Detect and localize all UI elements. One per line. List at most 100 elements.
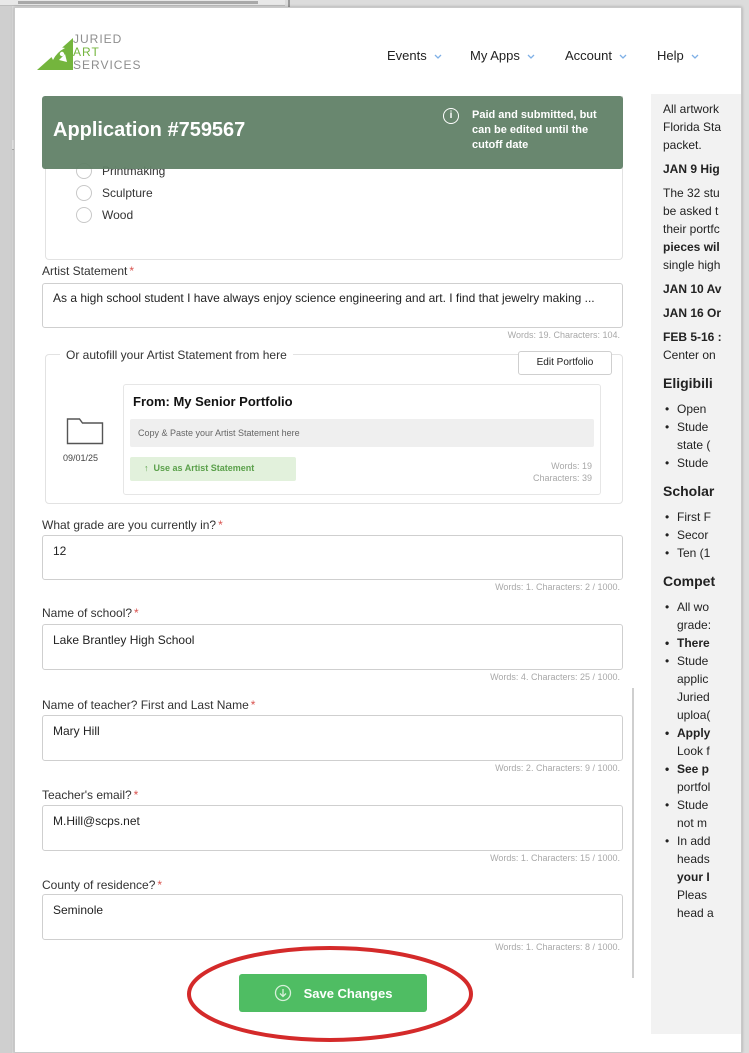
artist-statement-textarea[interactable]: As a high school student I have always e… (42, 283, 623, 328)
artist-statement-label: Artist Statement * (42, 264, 135, 278)
sidebar-section-title: Scholar (663, 483, 715, 499)
list-item: Stude (665, 652, 741, 670)
nav-help-label: Help (657, 48, 684, 63)
school-count: Words: 4. Characters: 25 / 1000. (490, 672, 620, 682)
grade-input[interactable]: 12 (42, 535, 623, 580)
nav-events[interactable]: Events (387, 48, 443, 63)
scholarship-list: First F Secor Ten (1 (663, 508, 741, 562)
sidebar-text: Pleas (677, 888, 708, 902)
edit-portfolio-button[interactable]: Edit Portfolio (518, 351, 612, 375)
status-message: Paid and submitted, but can be edited un… (472, 109, 597, 151)
sidebar-text: pieces wil (663, 240, 720, 254)
background-window (0, 6, 12, 1053)
sidebar-section-title: Eligibili (663, 375, 713, 391)
sidebar-section-title: Compet (663, 573, 716, 589)
radio-button[interactable] (76, 207, 92, 223)
chevron-down-icon (433, 51, 443, 61)
tab-title-bar (18, 1, 258, 4)
sidebar-heading: JAN 16 Or (663, 306, 722, 320)
chevron-down-icon (618, 51, 628, 61)
school-input[interactable]: Lake Brantley High School (42, 624, 623, 670)
form-scrollbar[interactable] (632, 688, 634, 978)
sidebar-text: applic (677, 672, 709, 686)
county-input[interactable]: Seminole (42, 894, 623, 940)
list-item: There (665, 634, 741, 652)
required-mark: * (250, 698, 256, 712)
event-info-sidebar: All artwork Florida Sta packet. JAN 9 Hi… (651, 94, 741, 1034)
sidebar-text: portfol (677, 780, 711, 794)
sidebar-text: Look f (677, 744, 710, 758)
list-item: Open (665, 400, 741, 418)
nav-account[interactable]: Account (565, 48, 628, 63)
list-item: Ten (1 (665, 544, 741, 562)
sidebar-text: grade: (677, 618, 712, 632)
required-mark: * (133, 788, 139, 802)
portfolio-statement-field[interactable]: Copy & Paste your Artist Statement here (130, 419, 594, 447)
sidebar-text: their portfc (663, 222, 720, 236)
application-title: Application #759567 (53, 119, 246, 141)
browser-page: JURIED ART SERVICES Events My Apps Accou… (14, 7, 742, 1053)
sidebar-text: state ( (677, 438, 711, 452)
portfolio-char-count: Characters: 39 (532, 473, 592, 483)
sidebar-heading: JAN 9 Hig (663, 162, 720, 176)
option-label: Wood (102, 208, 134, 222)
medium-option-wood[interactable]: Wood (76, 207, 133, 223)
required-mark: * (129, 264, 135, 278)
medium-option-sculpture[interactable]: Sculpture (76, 185, 153, 201)
folder-icon[interactable] (66, 415, 104, 445)
required-mark: * (134, 606, 139, 620)
autofill-legend: Or autofill your Artist Statement from h… (60, 348, 293, 362)
list-item: All wo (665, 598, 741, 616)
required-mark: * (157, 878, 163, 892)
sidebar-text: head a (677, 906, 714, 920)
logo-wordmark: JURIED ART SERVICES (73, 33, 141, 72)
school-label: Name of school? * (42, 606, 139, 620)
sidebar-text: not m (677, 816, 708, 830)
required-mark: * (218, 518, 223, 532)
option-label: Sculpture (102, 186, 153, 200)
sidebar-text: Juried (677, 690, 710, 704)
portfolio-card-title: From: My Senior Portfolio (133, 394, 293, 409)
portfolio-date: 09/01/25 (63, 453, 99, 463)
eligibility-list: Open Stude (663, 400, 741, 436)
chevron-down-icon (526, 51, 536, 61)
sidebar-text: All artwork (663, 102, 720, 116)
teacher-label: Name of teacher? First and Last Name * (42, 698, 256, 712)
grade-count: Words: 1. Characters: 2 / 1000. (495, 582, 620, 592)
list-item: Stude (665, 454, 741, 472)
county-count: Words: 1. Characters: 8 / 1000. (495, 942, 620, 952)
annotation-circle (185, 944, 475, 1044)
sidebar-text: Florida Sta (663, 120, 722, 134)
teacher-email-count: Words: 1. Characters: 15 / 1000. (490, 853, 620, 863)
nav-account-label: Account (565, 48, 612, 63)
grade-label: What grade are you currently in? * (42, 518, 223, 532)
portfolio-counts: Words: 19 Characters: 39 (533, 460, 592, 484)
chevron-down-icon (690, 51, 700, 61)
list-item: Secor (665, 526, 741, 544)
sidebar-heading: FEB 5-16 : (663, 330, 722, 344)
teacher-email-input[interactable]: M.Hill@scps.net (42, 805, 623, 851)
info-icon: i (443, 108, 459, 124)
sidebar-heading: JAN 10 Av (663, 282, 722, 296)
list-item: See p (665, 760, 741, 778)
nav-help[interactable]: Help (657, 48, 700, 63)
use-as-artist-statement-button[interactable]: ↑ Use as Artist Statement (130, 457, 296, 481)
list-item: First F (665, 508, 741, 526)
sidebar-text: heads (677, 852, 710, 866)
nav-my-apps-label: My Apps (470, 48, 520, 63)
teacher-input[interactable]: Mary Hill (42, 715, 623, 761)
list-item: In add (665, 832, 741, 850)
teacher-count: Words: 2. Characters: 9 / 1000. (495, 763, 620, 773)
application-status-banner: Application #759567 i Paid and submitted… (42, 96, 623, 169)
competition-list: All wo (663, 598, 741, 616)
portfolio-word-count: Words: 19 (551, 461, 592, 471)
radio-button[interactable] (76, 185, 92, 201)
sidebar-text: your I (677, 870, 710, 884)
sidebar-text: Center on (663, 348, 716, 362)
sidebar-text: The 32 stu (663, 186, 720, 200)
use-button-label: Use as Artist Statement (153, 463, 255, 473)
nav-my-apps[interactable]: My Apps (470, 48, 536, 63)
portfolio-card: From: My Senior Portfolio Copy & Paste y… (123, 384, 601, 495)
sidebar-text: be asked t (663, 204, 719, 218)
county-label: County of residence? * (42, 878, 163, 892)
